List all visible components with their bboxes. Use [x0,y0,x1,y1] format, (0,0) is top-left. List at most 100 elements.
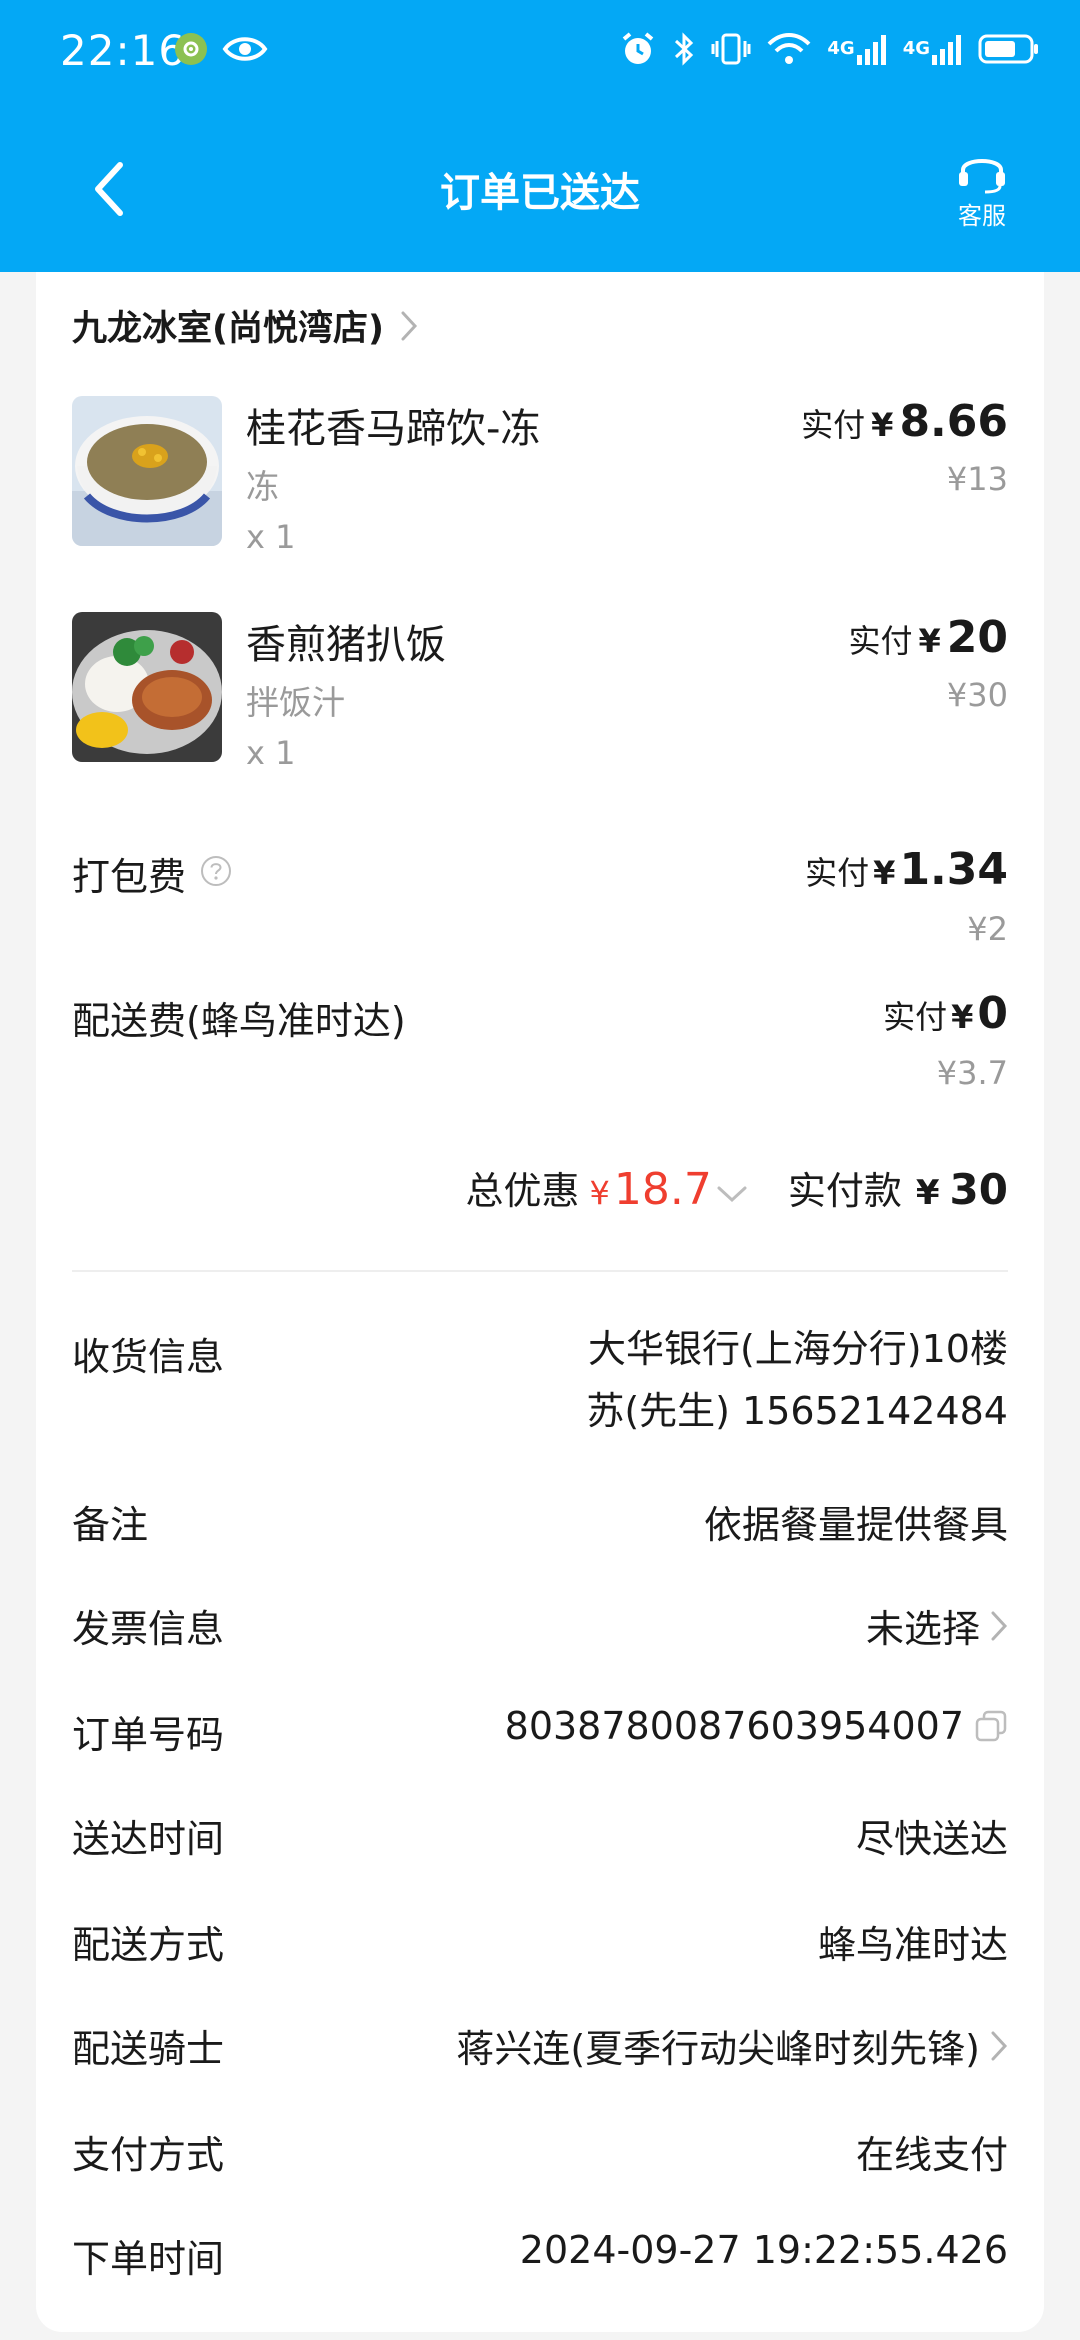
info-value-note: 依据餐量提供餐具 [703,1503,1008,1547]
help-icon[interactable] [200,852,232,896]
total-discount-toggle[interactable]: ¥ 18.7 [590,1164,748,1215]
fee-original-price: ¥2 [967,910,1008,948]
info-label: 订单号码 [72,1713,225,1757]
item-paid-price: 实付 ¥ 20 [848,612,1008,663]
currency-symbol: ¥ [915,1173,940,1213]
info-value-rider: 蒋兴连(夏季行动尖峰时刻先锋) [456,2018,1008,2073]
item-quantity: x 1 [246,734,296,772]
headset-icon [959,159,1005,194]
currency-symbol: ¥ [589,1174,610,1212]
info-label: 支付方式 [72,2133,225,2177]
currency-symbol: ¥ [918,622,941,660]
info-row-rider[interactable]: 配送骑士 蒋兴连(夏季行动尖峰时刻先锋) [72,2018,1008,2078]
paid-label: 实付 [848,622,913,660]
info-label: 配送骑士 [72,2027,225,2071]
status-time: 22:16 [60,26,187,75]
chevron-down-icon [717,1186,747,1203]
cellular-signal-2-icon: 4G [903,33,962,65]
eye-icon [222,34,268,64]
info-value-address: 大华银行(上海分行)10楼 苏(先生) 15652142484 [586,1318,1008,1442]
paid-amount: 0 [977,988,1008,1039]
wifi-icon [767,32,811,66]
item-spec: 拌饭汁 [246,683,345,722]
info-row-order-time: 下单时间 2024-09-27 19:22:55.426 [72,2228,1008,2288]
fee-paid-price: 实付 ¥ 0 [883,988,1008,1039]
store-name: 九龙冰室(尚悦湾店) [72,309,384,349]
item-spec: 冻 [246,467,279,506]
info-row-delivery-method: 配送方式 蜂鸟准时达 [72,1914,1008,1974]
item-original-price: ¥30 [946,676,1008,714]
info-row-address: 收货信息 大华银行(上海分行)10楼 苏(先生) 15652142484 [72,1326,1008,1456]
total-discount-amount: 18.7 [613,1164,712,1215]
page-title: 订单已送达 [440,170,640,216]
packaging-fee-row: 打包费 实付 ¥ 1.34 ¥2 [72,844,1008,954]
fee-original-price: ¥3.7 [936,1054,1008,1092]
order-detail-card: 九龙冰室(尚悦湾店) 桂花香马蹄饮-冻 冻 x 1 实付 ¥ 8.66 ¥13 … [36,272,1044,2332]
rider-name: 蒋兴连(夏季行动尖峰时刻先锋) [456,2027,980,2071]
info-row-delivery-time: 送达时间 尽快送达 [72,1808,1008,1868]
contact-line: 苏(先生) 15652142484 [586,1389,1008,1433]
item-image-drink [72,396,222,546]
order-totals: 总优惠 ¥ 18.7 实付款 ¥ 30 [466,1160,1008,1215]
paid-amount: 20 [946,612,1008,663]
info-label: 收货信息 [72,1335,225,1379]
item-image-pork-chop-rice [72,612,222,762]
customer-service-label: 客服 [958,202,1006,230]
info-value-order-number: 8038780087603954007 [505,1704,1008,1748]
fee-label: 打包费 [72,855,187,899]
vibrate-icon [711,31,751,67]
paid-amount: 1.34 [899,844,1008,895]
info-row-order-number: 订单号码 8038780087603954007 [72,1704,1008,1764]
network-type-2: 4G [902,38,930,59]
item-original-price: ¥13 [946,460,1008,498]
info-value-payment: 在线支付 [855,2133,1008,2177]
currency-symbol: ¥ [873,854,896,892]
currency-symbol: ¥ [871,406,894,444]
chevron-right-icon [991,1611,1008,1640]
item-quantity: x 1 [246,518,296,556]
settings-notification-icon [174,32,208,66]
nav-bar: 订单已送达 客服 [0,104,1080,272]
alarm-icon [619,30,657,68]
divider [72,1270,1008,1272]
bluetooth-icon [673,31,695,67]
item-paid-price: 实付 ¥ 8.66 [801,396,1008,447]
info-value-delivery-time: 尽快送达 [855,1817,1008,1861]
copy-icon[interactable] [974,1709,1008,1743]
battery-icon [978,32,1040,66]
fee-label: 配送费(蜂鸟准时达) [72,999,406,1043]
customer-service-button[interactable]: 客服 [942,150,1022,240]
address-line: 大华银行(上海分行)10楼 [587,1327,1008,1371]
info-label: 备注 [72,1503,149,1547]
paid-amount: 8.66 [899,396,1008,447]
delivery-fee-row: 配送费(蜂鸟准时达) 实付 ¥ 0 ¥3.7 [72,988,1008,1098]
total-paid-label: 实付款 [787,1169,902,1213]
info-row-payment: 支付方式 在线支付 [72,2124,1008,2184]
order-number: 8038780087603954007 [504,1704,964,1748]
network-type-1: 4G [827,38,855,59]
item-name: 桂花香马蹄饮-冻 [246,406,541,452]
info-label: 发票信息 [72,1607,225,1651]
info-label: 配送方式 [72,1923,225,1967]
order-item: 桂花香马蹄饮-冻 冻 x 1 实付 ¥ 8.66 ¥13 [72,396,1008,576]
info-value-invoice: 未选择 [866,1598,1008,1653]
chevron-right-icon [991,2031,1008,2060]
paid-label: 实付 [801,406,866,444]
status-bar: 22:16 4G 4G [0,0,1080,104]
info-row-note: 备注 依据餐量提供餐具 [72,1494,1008,1554]
order-item: 香煎猪扒饭 拌饭汁 x 1 实付 ¥ 20 ¥30 [72,612,1008,792]
currency-symbol: ¥ [951,998,974,1036]
info-value-delivery-method: 蜂鸟准时达 [817,1923,1008,1967]
fee-paid-price: 实付 ¥ 1.34 [805,844,1008,895]
total-paid-amount: 30 [949,1165,1008,1214]
item-name: 香煎猪扒饭 [246,622,446,668]
invoice-value: 未选择 [865,1607,980,1651]
info-row-invoice[interactable]: 发票信息 未选择 [72,1598,1008,1658]
total-discount-label: 总优惠 [465,1169,580,1213]
header: 22:16 4G 4G 订单已送达 客服 [0,0,1080,272]
info-value-order-time: 2024-09-27 19:22:55.426 [519,2228,1008,2272]
chevron-right-icon [400,310,418,342]
cellular-signal-1-icon: 4G [827,33,886,65]
store-link[interactable]: 九龙冰室(尚悦湾店) [72,300,418,351]
paid-label: 实付 [805,854,870,892]
